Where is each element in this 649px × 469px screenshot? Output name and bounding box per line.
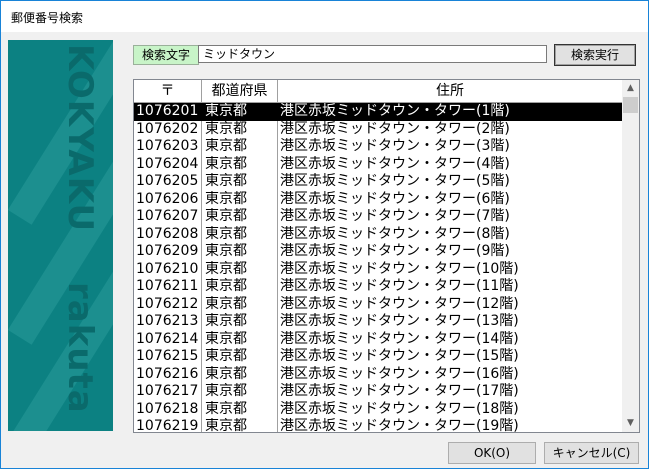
side-logo-word-2: rakuta <box>60 282 100 414</box>
zip-cell: 1076211 <box>136 278 199 294</box>
address-cell: 港区赤坂ミッドタウン・タワー(12階) <box>280 295 519 312</box>
results-table[interactable]: 〒 都道府県 住所 1076201 東京都 港区赤坂ミッドタウン・タワー(1階) 10… <box>133 79 640 433</box>
header-zip[interactable]: 〒 <box>134 80 202 102</box>
table-row[interactable]: 1076211 東京都 港区赤坂ミッドタウン・タワー(11階) <box>134 278 622 296</box>
address-cell: 港区赤坂ミッドタウン・タワー(8階) <box>280 225 510 242</box>
side-decoration-panel: KOKYAKU rakuta <box>8 40 113 431</box>
address-cell: 港区赤坂ミッドタウン・タワー(19階) <box>280 418 519 433</box>
dialog-client-area: KOKYAKU rakuta 検索文字 ミッドタウン 検索実行 〒 都道府県 住… <box>1 32 648 468</box>
address-cell: 港区赤坂ミッドタウン・タワー(15階) <box>280 348 519 364</box>
prefecture-cell: 東京都 <box>205 190 247 207</box>
prefecture-cell: 東京都 <box>205 103 247 119</box>
prefecture-cell: 東京都 <box>205 313 247 329</box>
address-cell: 港区赤坂ミッドタウン・タワー(9階) <box>280 243 510 259</box>
zip-cell: 1076207 <box>136 208 199 224</box>
search-execute-button[interactable]: 検索実行 <box>554 44 636 66</box>
prefecture-cell: 東京都 <box>205 208 247 224</box>
zip-cell: 1076201 <box>136 103 199 119</box>
address-cell: 港区赤坂ミッドタウン・タワー(17階) <box>280 383 519 399</box>
side-logo-word-1: KOKYAKU <box>60 44 100 233</box>
zip-cell: 1076212 <box>136 295 199 312</box>
ok-button[interactable]: OK(O) <box>448 442 536 464</box>
zip-cell: 1076214 <box>136 330 199 347</box>
table-row[interactable]: 1076204 東京都 港区赤坂ミッドタウン・タワー(4階) <box>134 156 622 174</box>
zip-cell: 1076210 <box>136 260 199 277</box>
address-cell: 港区赤坂ミッドタウン・タワー(11階) <box>280 278 519 294</box>
address-cell: 港区赤坂ミッドタウン・タワー(13階) <box>280 313 519 329</box>
table-row[interactable]: 1076205 東京都 港区赤坂ミッドタウン・タワー(5階) <box>134 173 622 191</box>
table-row[interactable]: 1076202 東京都 港区赤坂ミッドタウン・タワー(2階) <box>134 121 622 139</box>
prefecture-cell: 東京都 <box>205 225 247 242</box>
address-cell: 港区赤坂ミッドタウン・タワー(10階) <box>280 260 519 277</box>
search-input[interactable]: ミッドタウン <box>198 45 547 63</box>
prefecture-cell: 東京都 <box>205 243 247 259</box>
address-cell: 港区赤坂ミッドタウン・タワー(3階) <box>280 138 510 154</box>
zip-cell: 1076216 <box>136 365 199 382</box>
table-body: 1076201 東京都 港区赤坂ミッドタウン・タワー(1階) 1076202 東京都 港区… <box>134 103 622 433</box>
zip-cell: 1076203 <box>136 138 199 154</box>
table-row[interactable]: 1076213 東京都 港区赤坂ミッドタウン・タワー(13階) <box>134 313 622 331</box>
scrollbar-thumb[interactable] <box>623 97 638 113</box>
address-cell: 港区赤坂ミッドタウン・タワー(14階) <box>280 330 519 347</box>
table-header: 〒 都道府県 住所 <box>134 80 622 103</box>
address-cell: 港区赤坂ミッドタウン・タワー(16階) <box>280 365 519 382</box>
prefecture-cell: 東京都 <box>205 260 247 277</box>
prefecture-cell: 東京都 <box>205 400 247 417</box>
table-row[interactable]: 1076214 東京都 港区赤坂ミッドタウン・タワー(14階) <box>134 331 622 349</box>
table-row[interactable]: 1076210 東京都 港区赤坂ミッドタウン・タワー(10階) <box>134 261 622 279</box>
address-cell: 港区赤坂ミッドタウン・タワー(18階) <box>280 400 519 417</box>
address-cell: 港区赤坂ミッドタウン・タワー(4階) <box>280 155 510 172</box>
prefecture-cell: 東京都 <box>205 383 247 399</box>
header-address[interactable]: 住所 <box>278 80 622 102</box>
search-label: 検索文字 <box>133 45 199 65</box>
prefecture-cell: 東京都 <box>205 120 247 137</box>
address-cell: 港区赤坂ミッドタウン・タワー(6階) <box>280 190 510 207</box>
table-row[interactable]: 1076216 東京都 港区赤坂ミッドタウン・タワー(16階) <box>134 366 622 384</box>
zip-cell: 1076218 <box>136 400 199 417</box>
scroll-down-arrow-icon[interactable]: ▼ <box>622 415 639 432</box>
table-row[interactable]: 1076217 東京都 港区赤坂ミッドタウン・タワー(17階) <box>134 383 622 401</box>
table-row[interactable]: 1076218 東京都 港区赤坂ミッドタウン・タワー(18階) <box>134 401 622 419</box>
vertical-scrollbar[interactable]: ▲ ▼ <box>622 80 639 432</box>
scroll-up-arrow-icon[interactable]: ▲ <box>622 80 639 97</box>
table-row[interactable]: 1076207 東京都 港区赤坂ミッドタウン・タワー(7階) <box>134 208 622 226</box>
table-row[interactable]: 1076208 東京都 港区赤坂ミッドタウン・タワー(8階) <box>134 226 622 244</box>
zip-cell: 1076219 <box>136 418 199 433</box>
zip-cell: 1076206 <box>136 190 199 207</box>
prefecture-cell: 東京都 <box>205 330 247 347</box>
prefecture-cell: 東京都 <box>205 155 247 172</box>
table-row[interactable]: 1076215 東京都 港区赤坂ミッドタウン・タワー(15階) <box>134 348 622 366</box>
prefecture-cell: 東京都 <box>205 418 247 433</box>
zip-cell: 1076202 <box>136 120 199 137</box>
cancel-button[interactable]: キャンセル(C) <box>544 442 639 464</box>
table-row[interactable]: 1076209 東京都 港区赤坂ミッドタウン・タワー(9階) <box>134 243 622 261</box>
zip-cell: 1076204 <box>136 155 199 172</box>
header-prefecture[interactable]: 都道府県 <box>202 80 278 102</box>
address-cell: 港区赤坂ミッドタウン・タワー(2階) <box>280 120 510 137</box>
postal-search-window: 郵便番号検索 KOKYAKU rakuta 検索文字 ミッドタウン 検索実行 〒… <box>0 0 649 469</box>
zip-cell: 1076215 <box>136 348 199 364</box>
table-row[interactable]: 1076206 東京都 港区赤坂ミッドタウン・タワー(6階) <box>134 191 622 209</box>
table-row[interactable]: 1076201 東京都 港区赤坂ミッドタウン・タワー(1階) <box>134 103 622 121</box>
zip-cell: 1076205 <box>136 173 199 189</box>
prefecture-cell: 東京都 <box>205 365 247 382</box>
prefecture-cell: 東京都 <box>205 295 247 312</box>
address-cell: 港区赤坂ミッドタウン・タワー(1階) <box>280 103 510 119</box>
table-row[interactable]: 1076219 東京都 港区赤坂ミッドタウン・タワー(19階) <box>134 418 622 433</box>
zip-cell: 1076217 <box>136 383 199 399</box>
prefecture-cell: 東京都 <box>205 278 247 294</box>
address-cell: 港区赤坂ミッドタウン・タワー(7階) <box>280 208 510 224</box>
prefecture-cell: 東京都 <box>205 138 247 154</box>
window-title: 郵便番号検索 <box>11 11 84 25</box>
address-cell: 港区赤坂ミッドタウン・タワー(5階) <box>280 173 510 189</box>
zip-cell: 1076209 <box>136 243 199 259</box>
title-bar: 郵便番号検索 <box>1 1 648 32</box>
table-row[interactable]: 1076203 東京都 港区赤坂ミッドタウン・タワー(3階) <box>134 138 622 156</box>
prefecture-cell: 東京都 <box>205 173 247 189</box>
prefecture-cell: 東京都 <box>205 348 247 364</box>
zip-cell: 1076213 <box>136 313 199 329</box>
table-row[interactable]: 1076212 東京都 港区赤坂ミッドタウン・タワー(12階) <box>134 296 622 314</box>
zip-cell: 1076208 <box>136 225 199 242</box>
